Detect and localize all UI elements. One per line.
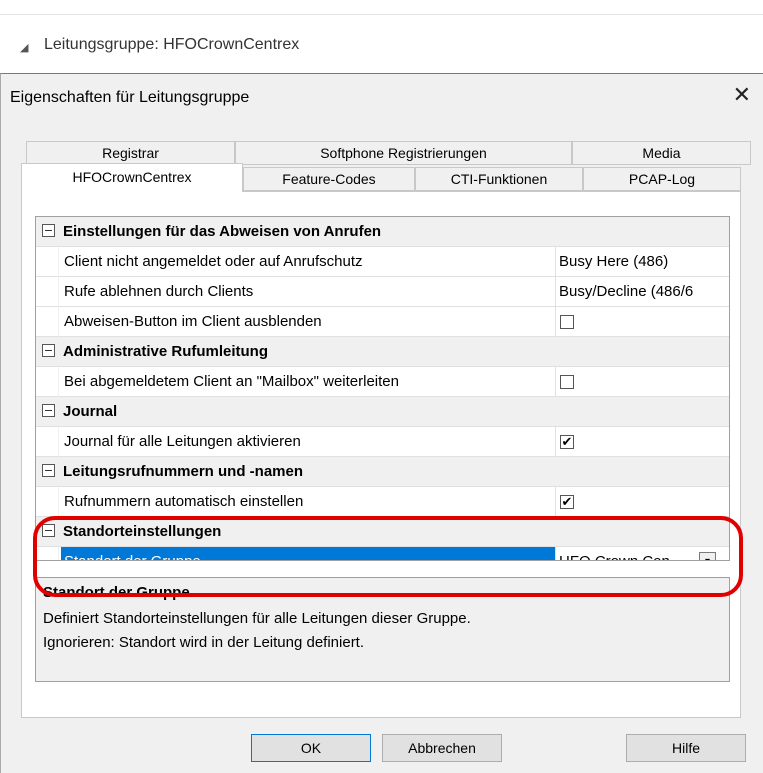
properties-dialog: Eigenschaften für Leitungsgruppe ✕ Regis… xyxy=(0,73,763,773)
row-gutter xyxy=(58,487,59,517)
property-name: Abweisen-Button im Client ausblenden xyxy=(64,313,322,330)
column-divider xyxy=(555,247,556,277)
property-name: Standort der Gruppe xyxy=(64,553,550,560)
tab-panel: Einstellungen für das Abweisen von Anruf… xyxy=(21,191,741,718)
property-value[interactable]: Busy Here (486) xyxy=(559,253,729,270)
category-row[interactable]: Administrative Rufumleitung xyxy=(36,337,729,367)
collapse-icon[interactable] xyxy=(42,524,55,537)
abweisen-button-checkbox[interactable] xyxy=(560,315,574,329)
property-name: Journal für alle Leitungen aktivieren xyxy=(64,433,301,450)
row-gutter xyxy=(58,307,59,337)
column-divider xyxy=(555,307,556,337)
property-row-selected[interactable]: Standort der Gruppe HFO Crown Cen ▾ xyxy=(36,547,729,560)
property-row[interactable]: Abweisen-Button im Client ausblenden xyxy=(36,307,729,337)
collapse-icon[interactable] xyxy=(42,404,55,417)
property-row[interactable]: Client nicht angemeldet oder auf Anrufsc… xyxy=(36,247,729,277)
property-value[interactable]: Busy/Decline (486/6 xyxy=(559,283,729,300)
collapse-icon[interactable] xyxy=(42,224,55,237)
tree-expand-icon[interactable]: ◢ xyxy=(20,41,28,54)
row-gutter xyxy=(58,247,59,277)
category-name: Einstellungen für das Abweisen von Anruf… xyxy=(63,223,382,240)
row-gutter xyxy=(58,427,59,457)
property-row[interactable]: Rufnummern automatisch einstellen ✔ xyxy=(36,487,729,517)
column-divider xyxy=(555,427,556,457)
property-name: Bei abgemeldetem Client an "Mailbox" wei… xyxy=(64,373,399,390)
tree-item-label[interactable]: Leitungsgruppe: HFOCrownCentrex xyxy=(44,36,299,54)
description-line: Ignorieren: Standort wird in der Leitung… xyxy=(43,634,365,651)
property-name: Rufnummern automatisch einstellen xyxy=(64,493,304,510)
tab-registrar[interactable]: Registrar xyxy=(26,141,235,165)
row-gutter xyxy=(58,367,59,397)
column-divider xyxy=(555,367,556,397)
journal-checkbox[interactable]: ✔ xyxy=(560,435,574,449)
property-name: Client nicht angemeldet oder auf Anrufsc… xyxy=(64,253,363,270)
description-pane: Standort der Gruppe Definiert Standortei… xyxy=(35,577,730,682)
category-name: Administrative Rufumleitung xyxy=(63,343,269,360)
category-row[interactable]: Journal xyxy=(36,397,729,427)
tab-pcap-log[interactable]: PCAP-Log xyxy=(583,167,741,191)
standort-value[interactable]: HFO Crown Cen xyxy=(559,553,695,560)
category-name: Journal xyxy=(63,403,118,420)
rufnummern-checkbox[interactable]: ✔ xyxy=(560,495,574,509)
tab-hfocrowncentrex[interactable]: HFOCrownCentrex xyxy=(21,163,243,192)
category-name: Standorteinstellungen xyxy=(63,523,222,540)
description-line: Definiert Standorteinstellungen für alle… xyxy=(43,610,471,627)
tab-cti-funktionen[interactable]: CTI-Funktionen xyxy=(415,167,583,191)
tab-media[interactable]: Media xyxy=(572,141,751,165)
category-row[interactable]: Leitungsrufnummern und -namen xyxy=(36,457,729,487)
tab-feature-codes[interactable]: Feature-Codes xyxy=(243,167,415,191)
divider xyxy=(0,14,763,15)
dialog-title: Eigenschaften für Leitungsgruppe xyxy=(10,89,250,106)
property-row[interactable]: Journal für alle Leitungen aktivieren ✔ xyxy=(36,427,729,457)
column-divider xyxy=(555,547,556,560)
description-title: Standort der Gruppe xyxy=(43,584,190,601)
close-icon[interactable]: ✕ xyxy=(733,82,751,108)
chevron-down-icon[interactable]: ▾ xyxy=(699,552,716,560)
row-gutter xyxy=(58,277,59,307)
ok-button[interactable]: OK xyxy=(251,734,371,762)
column-divider xyxy=(555,487,556,517)
collapse-icon[interactable] xyxy=(42,344,55,357)
property-row[interactable]: Bei abgemeldetem Client an "Mailbox" wei… xyxy=(36,367,729,397)
tree-bar: ◢ Leitungsgruppe: HFOCrownCentrex xyxy=(0,0,763,73)
mailbox-forward-checkbox[interactable] xyxy=(560,375,574,389)
tab-softphone-registrierungen[interactable]: Softphone Registrierungen xyxy=(235,141,572,165)
category-name: Leitungsrufnummern und -namen xyxy=(63,463,303,480)
collapse-icon[interactable] xyxy=(42,464,55,477)
property-name: Rufe ablehnen durch Clients xyxy=(64,283,254,300)
property-grid[interactable]: Einstellungen für das Abweisen von Anruf… xyxy=(35,216,730,561)
column-divider xyxy=(555,277,556,307)
row-gutter xyxy=(58,547,59,560)
help-button[interactable]: Hilfe xyxy=(626,734,746,762)
category-row[interactable]: Einstellungen für das Abweisen von Anruf… xyxy=(36,217,729,247)
cancel-button[interactable]: Abbrechen xyxy=(382,734,502,762)
property-row[interactable]: Rufe ablehnen durch Clients Busy/Decline… xyxy=(36,277,729,307)
category-row[interactable]: Standorteinstellungen xyxy=(36,517,729,547)
